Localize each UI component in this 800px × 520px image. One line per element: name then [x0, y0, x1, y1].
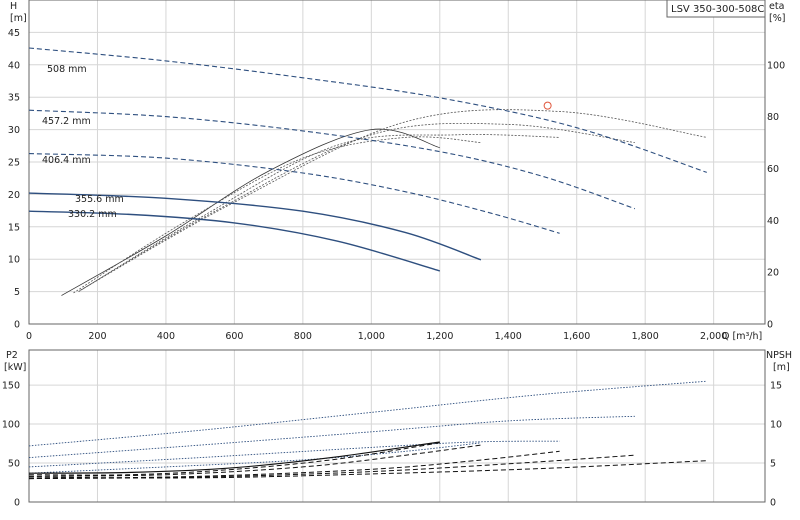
head-curves: [28, 47, 707, 272]
x-tick-label: 1,800: [632, 331, 659, 342]
eta-axis-unit: [%]: [769, 13, 785, 24]
efficiency-curve: [80, 109, 707, 291]
head-tick-label: 45: [8, 28, 20, 39]
eta-tick-label: 100: [767, 60, 785, 71]
x-tick-label: 1,600: [563, 331, 590, 342]
head-tick-label: 15: [8, 222, 20, 233]
x-tick-label: 0: [26, 331, 32, 342]
pump-performance-chart: 0 200 400 600 800 1,000 1,200 1,400 1,600 1,800 2,…: [2, 0, 792, 509]
efficiency-curve: [80, 122, 635, 291]
head-tick-label: 30: [8, 125, 20, 136]
h-axis-label: H: [10, 1, 17, 12]
eta-tick-label: 20: [767, 268, 779, 279]
head-curve-label: 508 mm: [47, 64, 87, 75]
eta-tick-label: 0: [767, 320, 773, 331]
npsh-curves: [28, 442, 707, 480]
head-efficiency-panel: 0 200 400 600 800 1,000 1,200 1,400 1,600 1,800 2,…: [8, 0, 785, 342]
top-grid: [28, 0, 765, 325]
eta-tick-label: 60: [767, 164, 779, 175]
x-tick-label: 600: [225, 331, 243, 342]
power-curves: [28, 380, 707, 474]
eta-axis-label: eta: [769, 1, 784, 12]
eta-tick-label: 80: [767, 112, 779, 123]
q-axis-label: Q [m³/h]: [722, 331, 762, 342]
head-curve-label: 457.2 mm: [42, 116, 91, 127]
x-tick-label: 200: [88, 331, 106, 342]
head-tick-label: 25: [8, 158, 20, 169]
h-axis-unit: [m]: [10, 13, 27, 24]
npsh-tick-labels: 0 5 10 15: [770, 381, 782, 509]
npsh-curve: [28, 444, 481, 477]
head-curve-label: 406.4 mm: [42, 155, 91, 166]
p2-axis-label: P2: [6, 350, 18, 361]
head-tick-label: 40: [8, 60, 20, 71]
operating-point-marker: [543, 101, 552, 110]
head-tick-label: 0: [14, 320, 20, 331]
head-curve-labels: 508 mm 457.2 mm 406.4 mm 355.6 mm 330.2 mm: [42, 64, 124, 220]
x-tick-label: 1,200: [426, 331, 453, 342]
efficiency-curve: [61, 128, 440, 296]
head-tick-label: 20: [8, 190, 20, 201]
head-tick-label: 35: [8, 93, 20, 104]
head-curve: [28, 47, 707, 173]
p2-tick-labels: 0 50 100 150: [2, 381, 20, 509]
x-tick-label: 400: [157, 331, 175, 342]
p2-axis-unit: [kW]: [4, 362, 26, 373]
npsh-tick-label: 10: [770, 420, 782, 431]
npsh-tick-label: 15: [770, 381, 782, 392]
npsh-axis-unit: [m]: [773, 362, 790, 373]
npsh-tick-label: 5: [770, 459, 776, 470]
p2-tick-label: 100: [2, 420, 20, 431]
eta-tick-label: 40: [767, 216, 779, 227]
power-curve: [28, 380, 707, 447]
head-tick-label: 5: [14, 287, 20, 298]
p2-tick-label: 50: [8, 459, 20, 470]
eta-tick-labels: 0 20 40 60 80 100: [767, 60, 785, 330]
p2-tick-label: 0: [14, 498, 20, 509]
head-curve-label: 330.2 mm: [68, 209, 117, 220]
power-npsh-panel: 0 50 100 150 0 5 10 15 P2 [kW] NPSH [m]: [2, 349, 792, 509]
bottom-grid: [28, 350, 765, 503]
x-tick-label: 1,400: [495, 331, 522, 342]
p2-tick-label: 150: [2, 381, 20, 392]
x-tick-label: 1,000: [358, 331, 385, 342]
head-tick-labels: 0 5 10 15 20 25 30 35 40 45: [8, 28, 20, 331]
npsh-tick-label: 0: [770, 498, 776, 509]
x-tick-labels: 0 200 400 600 800 1,000 1,200 1,400 1,600 1,800 2,…: [26, 331, 727, 342]
power-curve: [28, 415, 635, 459]
model-label: LSV 350-300-508C: [671, 4, 764, 15]
npsh-axis-label: NPSH: [766, 350, 792, 361]
head-curve-label: 355.6 mm: [75, 194, 124, 205]
bottom-plot-frame: [28, 349, 766, 503]
head-tick-label: 10: [8, 255, 20, 266]
x-tick-label: 800: [294, 331, 312, 342]
